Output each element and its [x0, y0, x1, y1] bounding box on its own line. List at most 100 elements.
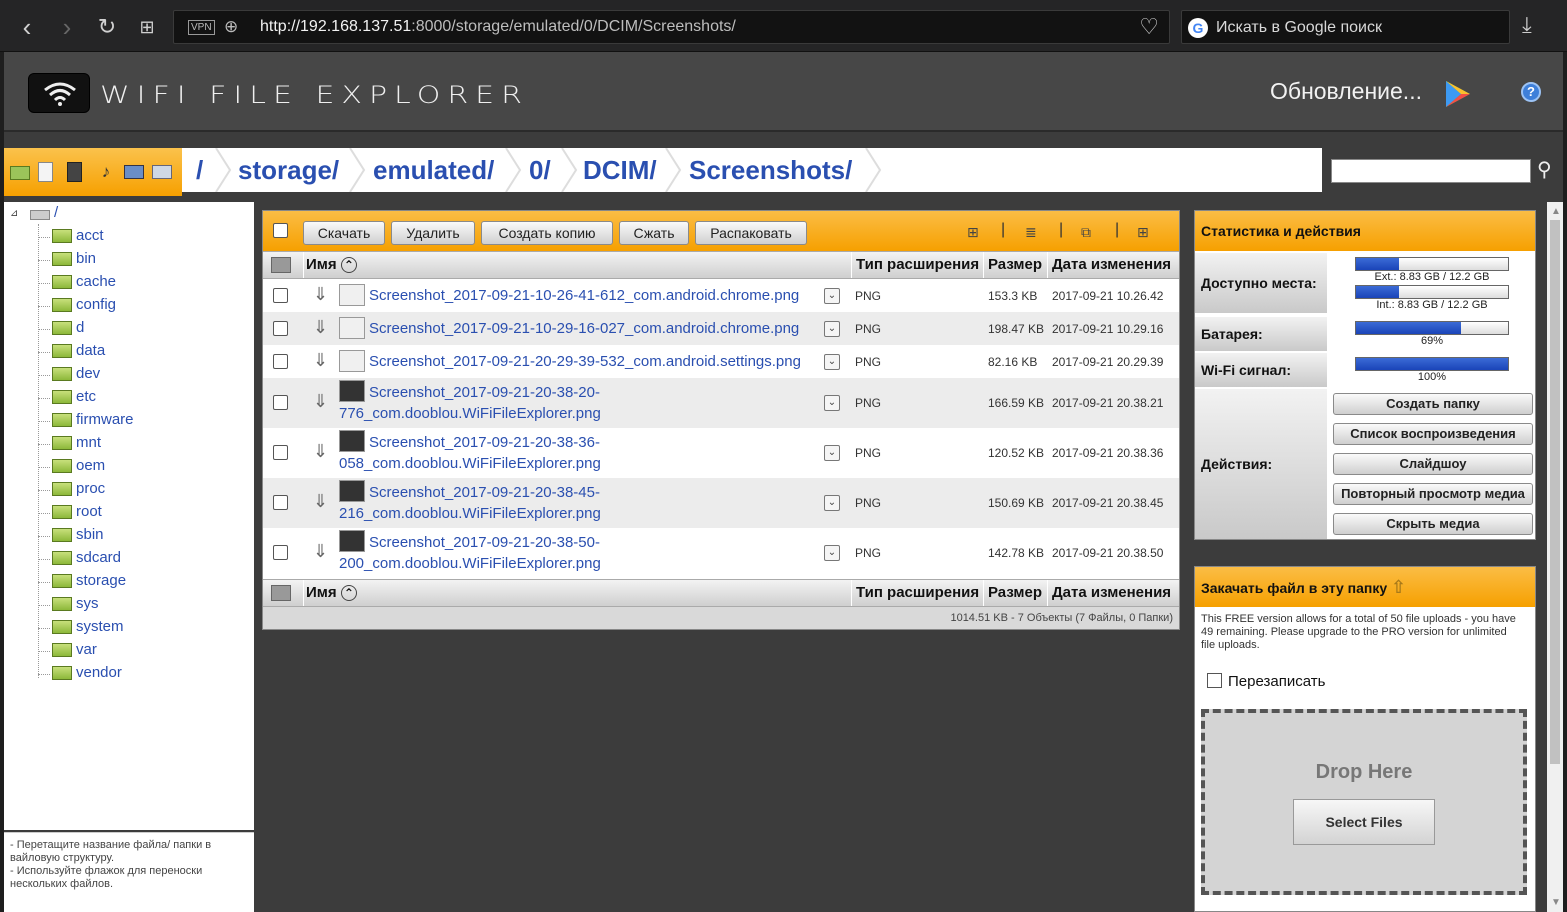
folder-filter-icon[interactable] — [10, 166, 30, 180]
col-type[interactable]: Тип расширения — [851, 252, 983, 278]
download-arrow-icon[interactable]: ⇓ — [313, 491, 328, 512]
breadcrumb-storage[interactable]: storage/ — [238, 148, 339, 192]
tree-item-system[interactable]: system — [52, 618, 124, 638]
file-name[interactable]: Screenshot_2017-09-21-20-38-20- 776_com.d… — [339, 382, 601, 424]
overwrite-option[interactable]: Перезаписать — [1207, 673, 1325, 690]
tree-item-mnt[interactable]: mnt — [52, 434, 101, 454]
archive-filter-icon[interactable] — [67, 162, 82, 182]
forward-icon[interactable]: › — [50, 10, 84, 44]
unzip-button[interactable]: Распаковать — [695, 221, 807, 245]
bookmark-heart-icon[interactable]: ♡ — [1139, 14, 1159, 40]
table-row[interactable]: ⇓ Screenshot_2017-09-21-20-38-45- 216_com.… — [263, 478, 1179, 528]
select-files-button[interactable]: Select Files — [1293, 799, 1435, 845]
video-filter-icon[interactable] — [152, 165, 172, 179]
table-row[interactable]: ⇓ Screenshot_2017-09-21-20-38-36- 058_com.… — [263, 428, 1179, 478]
tree-item-storage[interactable]: storage — [52, 572, 126, 592]
drop-zone[interactable]: Drop Here Select Files — [1201, 709, 1527, 895]
table-row[interactable]: ⇓ Screenshot_2017-09-21-10-26-41-612_com.… — [263, 279, 1179, 312]
download-arrow-icon[interactable]: ⇓ — [313, 284, 328, 305]
vpn-badge[interactable]: VPN — [188, 20, 215, 35]
table-row[interactable]: ⇓ Screenshot_2017-09-21-20-38-50- 200_com.… — [263, 528, 1179, 578]
tree-item-d[interactable]: d — [52, 319, 84, 339]
tree-item-data[interactable]: data — [52, 342, 105, 362]
tree-item-etc[interactable]: etc — [52, 388, 96, 408]
tree-item-bin[interactable]: bin — [52, 250, 96, 270]
col-type[interactable]: Тип расширения — [851, 580, 983, 606]
create-folder-button[interactable]: Создать папку — [1333, 393, 1533, 415]
copy-button[interactable]: Создать копию — [481, 221, 613, 245]
parent-folder-icon[interactable] — [263, 252, 303, 278]
download-arrow-icon[interactable]: ⇓ — [313, 441, 328, 462]
breadcrumb-dcim[interactable]: DCIM/ — [583, 148, 657, 192]
grid-view-icon[interactable]: ⊞ — [1137, 224, 1155, 240]
breadcrumb-screenshots[interactable]: Screenshots/ — [689, 148, 852, 192]
reload-icon[interactable]: ↻ — [90, 10, 124, 44]
update-link[interactable]: Обновление... — [1270, 78, 1422, 105]
back-icon[interactable]: ‹ — [10, 10, 44, 44]
tree-view-icon[interactable]: ⊞ — [967, 224, 985, 240]
download-arrow-icon[interactable]: ⇓ — [313, 541, 328, 562]
table-row[interactable]: ⇓ Screenshot_2017-09-21-20-38-20- 776_com.… — [263, 378, 1179, 428]
search-input[interactable] — [1331, 159, 1531, 183]
tree-item-sys[interactable]: sys — [52, 595, 99, 615]
scroll-thumb[interactable] — [1550, 220, 1560, 764]
file-name[interactable]: Screenshot_2017-09-21-20-38-45- 216_com.d… — [339, 482, 601, 524]
list-view-icon[interactable]: ≣ — [1025, 224, 1043, 240]
row-checkbox[interactable] — [273, 445, 288, 460]
file-name[interactable]: Screenshot_2017-09-21-20-38-50- 200_com.d… — [339, 532, 601, 574]
address-bar[interactable]: VPN ⊕ http://192.168.137.51:8000/storage… — [173, 10, 1170, 44]
tree-item-sbin[interactable]: sbin — [52, 526, 104, 546]
photo-filter-icon[interactable] — [124, 165, 144, 179]
file-name[interactable]: Screenshot_2017-09-21-10-29-16-027_com.a… — [339, 318, 799, 339]
tree-item-dev[interactable]: dev — [52, 365, 100, 385]
download-arrow-icon[interactable]: ⇓ — [313, 391, 328, 412]
hide-media-button[interactable]: Скрыть медиа — [1333, 513, 1533, 535]
table-row[interactable]: ⇓ Screenshot_2017-09-21-20-29-39-532_com.… — [263, 345, 1179, 378]
tree-item-firmware[interactable]: firmware — [52, 411, 134, 431]
document-filter-icon[interactable] — [38, 162, 53, 182]
col-size[interactable]: Размер — [983, 580, 1047, 606]
row-checkbox[interactable] — [273, 353, 288, 369]
overwrite-checkbox[interactable] — [1207, 673, 1222, 688]
col-name[interactable]: Имя ⌃ — [303, 580, 851, 606]
row-menu-chevron-icon[interactable]: ⌄ — [824, 353, 840, 370]
row-checkbox[interactable] — [273, 395, 288, 410]
tabs-grid-icon[interactable]: ⊞ — [130, 10, 164, 44]
rescan-media-button[interactable]: Повторный просмотр медиа — [1333, 483, 1533, 505]
tree-item-cache[interactable]: cache — [52, 273, 116, 293]
col-name[interactable]: Имя ⌃ — [303, 252, 851, 278]
row-menu-chevron-icon[interactable]: ⌄ — [824, 320, 840, 337]
row-menu-chevron-icon[interactable]: ⌄ — [824, 445, 840, 461]
tree-item-proc[interactable]: proc — [52, 480, 105, 500]
col-date[interactable]: Дата изменения — [1047, 580, 1179, 606]
row-checkbox[interactable] — [273, 545, 288, 560]
download-icon[interactable]: ⤓ — [1522, 12, 1532, 38]
breadcrumb-0[interactable]: 0/ — [529, 148, 551, 192]
download-arrow-icon[interactable]: ⇓ — [313, 350, 328, 371]
tree-collapse-icon[interactable]: ⊿ — [10, 208, 18, 219]
download-arrow-icon[interactable]: ⇓ — [313, 317, 328, 338]
tree-item-acct[interactable]: acct — [52, 227, 104, 247]
file-name[interactable]: Screenshot_2017-09-21-20-38-36- 058_com.d… — [339, 432, 601, 474]
playlist-button[interactable]: Список воспроизведения — [1333, 423, 1533, 445]
col-date[interactable]: Дата изменения — [1047, 252, 1179, 278]
zip-button[interactable]: Сжать — [619, 221, 689, 245]
page-scrollbar[interactable]: ▲ ▼ — [1547, 202, 1563, 912]
tree-item-oem[interactable]: oem — [52, 457, 105, 477]
file-name[interactable]: Screenshot_2017-09-21-10-26-41-612_com.a… — [339, 285, 799, 306]
delete-button[interactable]: Удалить — [391, 221, 475, 245]
tree-item-root[interactable]: root — [52, 503, 102, 523]
tree-root[interactable]: / — [54, 204, 58, 221]
tree-item-config[interactable]: config — [52, 296, 116, 316]
file-name[interactable]: Screenshot_2017-09-21-20-29-39-532_com.a… — [339, 351, 801, 372]
slideshow-button[interactable]: Слайдшоу — [1333, 453, 1533, 475]
table-row[interactable]: ⇓ Screenshot_2017-09-21-10-29-16-027_com.… — [263, 312, 1179, 345]
row-menu-chevron-icon[interactable]: ⌄ — [824, 287, 840, 304]
google-play-icon[interactable] — [1443, 79, 1473, 109]
download-button[interactable]: Скачать — [303, 221, 385, 245]
select-all-checkbox[interactable] — [273, 223, 288, 238]
row-menu-chevron-icon[interactable]: ⌄ — [824, 395, 840, 411]
tree-item-vendor[interactable]: vendor — [52, 664, 122, 684]
col-size[interactable]: Размер — [983, 252, 1047, 278]
google-search-box[interactable]: G Искать в Google поиск — [1181, 10, 1510, 44]
